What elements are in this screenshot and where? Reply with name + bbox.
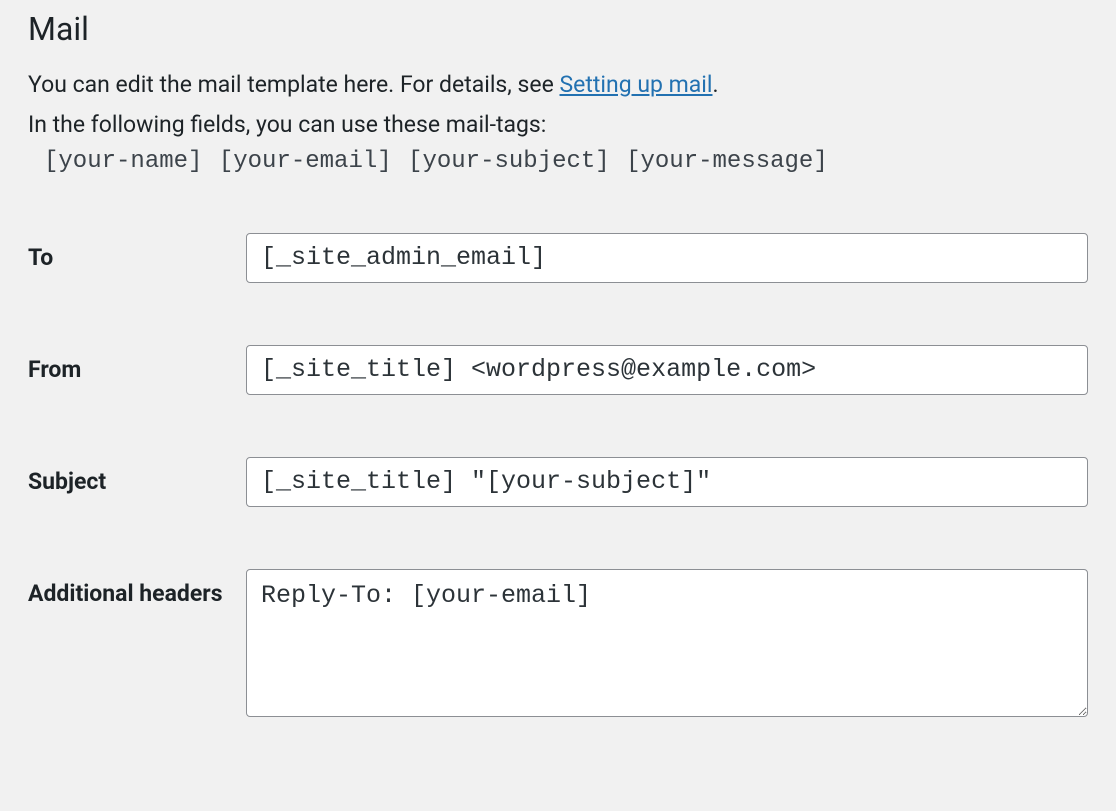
subject-input[interactable] (246, 457, 1088, 507)
additional-headers-row: Additional headers (28, 569, 1088, 721)
to-label: To (28, 233, 246, 276)
mail-tags-list: [your-name] [your-email] [your-subject] … (28, 148, 1088, 175)
from-input[interactable] (246, 345, 1088, 395)
subject-label: Subject (28, 457, 246, 500)
subject-row: Subject (28, 457, 1088, 507)
from-row: From (28, 345, 1088, 395)
from-label: From (28, 345, 246, 388)
to-row: To (28, 233, 1088, 283)
mail-description-line1: You can edit the mail template here. For… (28, 66, 1088, 104)
additional-headers-label: Additional headers (28, 569, 246, 612)
additional-headers-textarea[interactable] (246, 569, 1088, 717)
desc-suffix: . (712, 71, 718, 98)
mail-heading: Mail (28, 10, 1088, 48)
desc-prefix: You can edit the mail template here. For… (28, 71, 560, 98)
setting-up-mail-link[interactable]: Setting up mail (560, 71, 713, 98)
to-input[interactable] (246, 233, 1088, 283)
mail-description-line2: In the following fields, you can use the… (28, 106, 1088, 144)
